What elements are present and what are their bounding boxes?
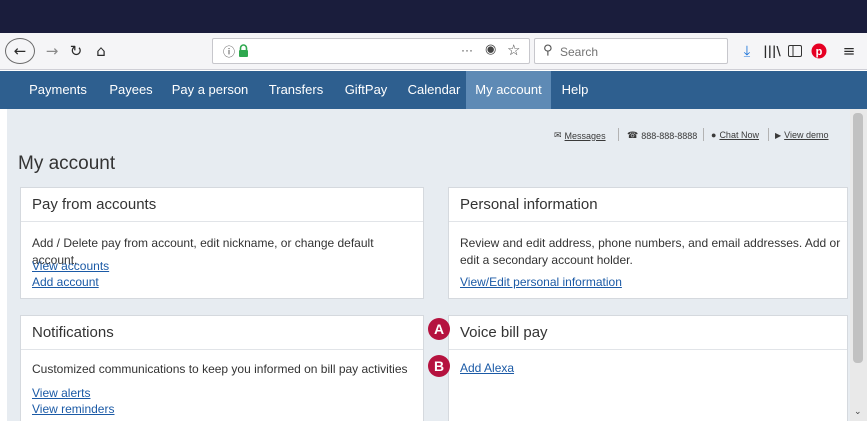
library-icon[interactable]: |||\ [762,39,782,63]
card-title: Pay from accounts [32,196,157,213]
reload-icon[interactable]: ↻ [66,39,86,63]
page-actions-icon[interactable]: ··· [461,43,473,57]
personal-information-card: Personal information Review and edit add… [448,187,848,299]
phone-icon: ☎ [627,130,639,140]
main-nav: Payments Payees Pay a person Transfers G… [0,71,867,109]
chat-now-link[interactable]: ● Chat Now [711,130,759,140]
pocket-icon[interactable]: ◉ [485,42,496,57]
download-icon[interactable]: ⤓ [738,39,756,63]
view-accounts-link[interactable]: View accounts [32,259,109,273]
phone-number: ☎ 888-888-8888 [627,130,697,141]
search-placeholder: Search [560,45,599,59]
card-title: Personal information [460,196,598,213]
card-title: Notifications [32,324,114,341]
home-icon[interactable]: ⌂ [91,39,111,63]
pinterest-icon[interactable]: p [810,39,828,63]
add-account-link[interactable]: Add account [32,275,99,289]
utility-divider [768,128,769,141]
card-header: Pay from accounts [21,188,423,222]
pay-from-accounts-card: Pay from accounts Add / Delete pay from … [20,187,424,299]
search-icon: ⚲ [543,43,553,58]
lock-icon [239,44,248,57]
url-bar[interactable]: ⓘ ··· ◉ ☆ [212,38,530,64]
annotation-marker-b: B [428,355,450,377]
nav-calendar[interactable]: Calendar [400,71,468,109]
scroll-down-icon[interactable]: ⌄ [854,407,862,417]
view-reminders-link[interactable]: View reminders [32,402,114,416]
nav-pay-a-person[interactable]: Pay a person [164,71,256,109]
info-icon[interactable]: ⓘ [223,43,235,60]
add-alexa-link[interactable]: Add Alexa [460,361,514,375]
nav-giftpay[interactable]: GiftPay [334,71,398,109]
card-description: Review and edit address, phone numbers, … [460,236,841,267]
view-edit-personal-info-link[interactable]: View/Edit personal information [460,275,622,289]
utility-divider [703,128,704,141]
nav-transfers[interactable]: Transfers [258,71,334,109]
vertical-scrollbar[interactable]: ⌄ [850,109,867,421]
utility-divider [618,128,619,141]
card-header: Voice bill pay [449,316,847,350]
card-header: Personal information [449,188,847,222]
browser-toolbar: ← → ↻ ⌂ ⓘ ··· ◉ ☆ ⚲ Search ⤓ |||\ p ≡ [0,33,867,70]
svg-text:p: p [816,46,823,58]
phone-label: 888-888-8888 [641,130,698,141]
envelope-icon: ✉ [554,130,562,140]
card-title: Voice bill pay [460,324,548,341]
menu-icon[interactable]: ≡ [840,39,858,63]
nav-my-account[interactable]: My account [466,71,551,109]
messages-link[interactable]: ✉ Messages [554,130,606,141]
card-header: Notifications [21,316,423,350]
view-demo-link[interactable]: ▶ View demo [775,130,829,140]
bookmark-star-icon[interactable]: ☆ [507,41,520,59]
chat-label: Chat Now [719,130,759,140]
voice-bill-pay-card: Voice bill pay Add Alexa [448,315,848,421]
nav-help[interactable]: Help [553,71,597,109]
view-alerts-link[interactable]: View alerts [32,386,90,400]
search-field[interactable]: ⚲ Search [534,38,728,64]
scroll-thumb[interactable] [853,113,863,363]
card-description: Customized communications to keep you in… [32,362,408,376]
window-titlebar [0,0,867,33]
notifications-card: Notifications Customized communications … [20,315,424,421]
messages-label: Messages [564,130,606,141]
nav-payees[interactable]: Payees [101,71,161,109]
chat-icon: ● [711,130,717,140]
sidebar-icon[interactable] [786,39,804,63]
back-arrow-icon[interactable]: ← [5,38,35,64]
video-icon: ▶ [775,130,782,140]
nav-payments[interactable]: Payments [19,71,97,109]
forward-arrow-icon[interactable]: → [42,39,62,63]
annotation-marker-a: A [428,318,450,340]
page-title: My account [18,153,116,174]
demo-label: View demo [784,130,829,140]
